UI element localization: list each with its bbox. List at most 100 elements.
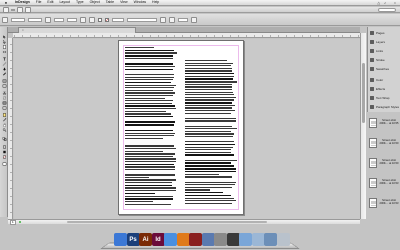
vertical-scrollbar[interactable] bbox=[360, 33, 366, 219]
scale-x-field[interactable] bbox=[54, 17, 64, 22]
w-field[interactable] bbox=[28, 17, 42, 22]
text-line bbox=[185, 75, 234, 78]
help-search-input[interactable] bbox=[378, 7, 396, 12]
bridge-icon[interactable] bbox=[3, 6, 9, 13]
dock-app-preview-icon[interactable] bbox=[239, 233, 252, 246]
screen-mode-normal-icon[interactable] bbox=[2, 162, 7, 166]
horizontal-ruler[interactable] bbox=[13, 33, 360, 38]
rotate-field[interactable] bbox=[67, 17, 77, 22]
dock-app-illustrator-icon[interactable]: Ai bbox=[139, 233, 152, 246]
flip-horizontal-icon[interactable] bbox=[80, 16, 86, 23]
menu-window[interactable]: Window bbox=[134, 0, 146, 5]
desktop-file[interactable]: Screen shot 2009-... at 10.50 bbox=[368, 158, 398, 176]
menu-file[interactable]: File bbox=[36, 0, 42, 5]
dock-app-photoshop-icon[interactable]: Ps bbox=[126, 233, 140, 246]
apply-none-icon[interactable] bbox=[2, 155, 7, 159]
flip-vertical-icon[interactable] bbox=[89, 16, 95, 23]
page-tool-icon[interactable] bbox=[2, 45, 7, 49]
page-number-field[interactable]: 1 bbox=[10, 219, 16, 225]
panel-layers[interactable]: Layers bbox=[370, 38, 400, 46]
document-page[interactable] bbox=[118, 40, 244, 215]
paragraph-styles-icon bbox=[370, 105, 374, 109]
vertical-scroll-thumb[interactable] bbox=[362, 63, 365, 123]
align-icon[interactable] bbox=[191, 16, 197, 23]
desktop-file[interactable]: Screen shot 2009-... at 10.53 bbox=[368, 198, 398, 216]
menu-edit[interactable]: Edit bbox=[47, 0, 53, 5]
panel-paragraph-styles[interactable]: Paragraph Styles bbox=[370, 103, 400, 111]
fill-swatch[interactable] bbox=[98, 17, 102, 22]
dock-app-trash-icon[interactable] bbox=[276, 233, 290, 246]
menu-table[interactable]: Table bbox=[106, 0, 114, 5]
stroke-swatch[interactable] bbox=[105, 17, 109, 22]
pencil-tool-icon[interactable] bbox=[2, 72, 7, 76]
horizontal-scroll-thumb[interactable] bbox=[67, 220, 268, 224]
dock-app-font-book-icon[interactable] bbox=[226, 233, 240, 246]
screen-mode-icon[interactable] bbox=[25, 6, 31, 13]
dock-app-photo-booth-icon[interactable] bbox=[189, 233, 202, 246]
menu-type[interactable]: Type bbox=[76, 0, 84, 5]
opacity-field[interactable] bbox=[178, 17, 188, 22]
stroke-weight-field[interactable] bbox=[112, 17, 124, 22]
rectangle-frame-tool-icon[interactable] bbox=[2, 79, 7, 83]
menu-view[interactable]: View bbox=[120, 0, 128, 5]
dock-app-itunes-icon[interactable] bbox=[201, 233, 215, 246]
type-tool-icon[interactable] bbox=[2, 57, 7, 61]
pasteboard[interactable] bbox=[14, 39, 360, 219]
gradient-swatch-tool-icon[interactable] bbox=[2, 101, 7, 105]
dock-app-mail-icon[interactable] bbox=[251, 233, 265, 246]
panel-text-wrap[interactable]: Text Wrap bbox=[370, 94, 400, 102]
panel-color[interactable]: Color bbox=[370, 76, 400, 84]
constrain-proportions-icon[interactable] bbox=[45, 16, 51, 23]
dock-app-system-preferences-icon[interactable] bbox=[214, 233, 227, 246]
reference-point-icon[interactable] bbox=[2, 16, 8, 23]
note-tool-icon[interactable] bbox=[2, 113, 7, 117]
desktop-file[interactable]: Screen shot 2009-... at 10.50 bbox=[368, 138, 398, 156]
text-line bbox=[185, 117, 236, 120]
menu-layout[interactable]: Layout bbox=[59, 0, 70, 5]
panel-pages[interactable]: Pages bbox=[370, 29, 400, 37]
eyedropper-tool-icon[interactable] bbox=[2, 118, 7, 122]
volume-icon[interactable]: ♪ bbox=[384, 1, 386, 5]
stroke-type-select[interactable] bbox=[127, 17, 157, 22]
apply-color-icon[interactable] bbox=[2, 150, 7, 154]
dock-app-firefox-icon[interactable] bbox=[176, 233, 190, 246]
direct-selection-tool-icon[interactable] bbox=[2, 40, 7, 44]
hand-tool-icon[interactable] bbox=[2, 123, 7, 127]
line-tool-icon[interactable] bbox=[2, 62, 7, 66]
apple-icon[interactable]: ● bbox=[3, 0, 9, 5]
free-transform-tool-icon[interactable] bbox=[2, 96, 7, 100]
scissors-tool-icon[interactable] bbox=[2, 91, 7, 95]
rectangle-tool-icon[interactable] bbox=[2, 84, 7, 88]
text-wrap-icon[interactable] bbox=[160, 16, 166, 23]
menu-help[interactable]: Help bbox=[152, 0, 159, 5]
text-frame-column-left[interactable] bbox=[125, 47, 177, 212]
gradient-feather-tool-icon[interactable] bbox=[2, 106, 7, 110]
dock-app-indesign-icon[interactable]: Id bbox=[151, 233, 165, 246]
menu-object[interactable]: Object bbox=[90, 0, 100, 5]
text-frame-column-right[interactable] bbox=[185, 47, 237, 212]
dock-app-safari-icon[interactable] bbox=[164, 233, 177, 246]
dock-app-finder-icon[interactable] bbox=[114, 233, 127, 246]
panel-swatches[interactable]: Swatches bbox=[370, 65, 400, 73]
spotlight-icon[interactable]: ○ bbox=[394, 1, 396, 5]
panel-links[interactable]: Links bbox=[370, 47, 400, 55]
gap-tool-icon[interactable] bbox=[2, 50, 7, 54]
x-field[interactable] bbox=[11, 17, 25, 22]
wifi-icon[interactable]: △ bbox=[377, 1, 380, 5]
panel-stroke[interactable]: Stroke bbox=[370, 56, 400, 64]
desktop-file[interactable]: Screen shot 2009-... at 10.55 bbox=[368, 118, 398, 136]
selection-tool-icon[interactable] bbox=[2, 35, 7, 39]
pen-tool-icon[interactable] bbox=[2, 67, 7, 71]
zoom-select[interactable] bbox=[11, 8, 15, 11]
preflight-status-icon[interactable] bbox=[18, 220, 22, 224]
formatting-affects-container-icon[interactable] bbox=[2, 145, 7, 149]
effects-icon[interactable] bbox=[169, 16, 175, 23]
dock-app-documents-icon[interactable] bbox=[264, 233, 277, 246]
desktop-file[interactable]: Screen shot 2009-... at 10.53 bbox=[368, 178, 398, 196]
vertical-ruler[interactable] bbox=[8, 38, 13, 220]
fill-stroke-swatches-icon[interactable] bbox=[2, 137, 7, 141]
menu-app[interactable]: InDesign bbox=[15, 0, 30, 5]
view-options-icon[interactable] bbox=[17, 6, 23, 13]
zoom-tool-icon[interactable] bbox=[2, 128, 7, 132]
panel-effects[interactable]: Effects bbox=[370, 85, 400, 93]
